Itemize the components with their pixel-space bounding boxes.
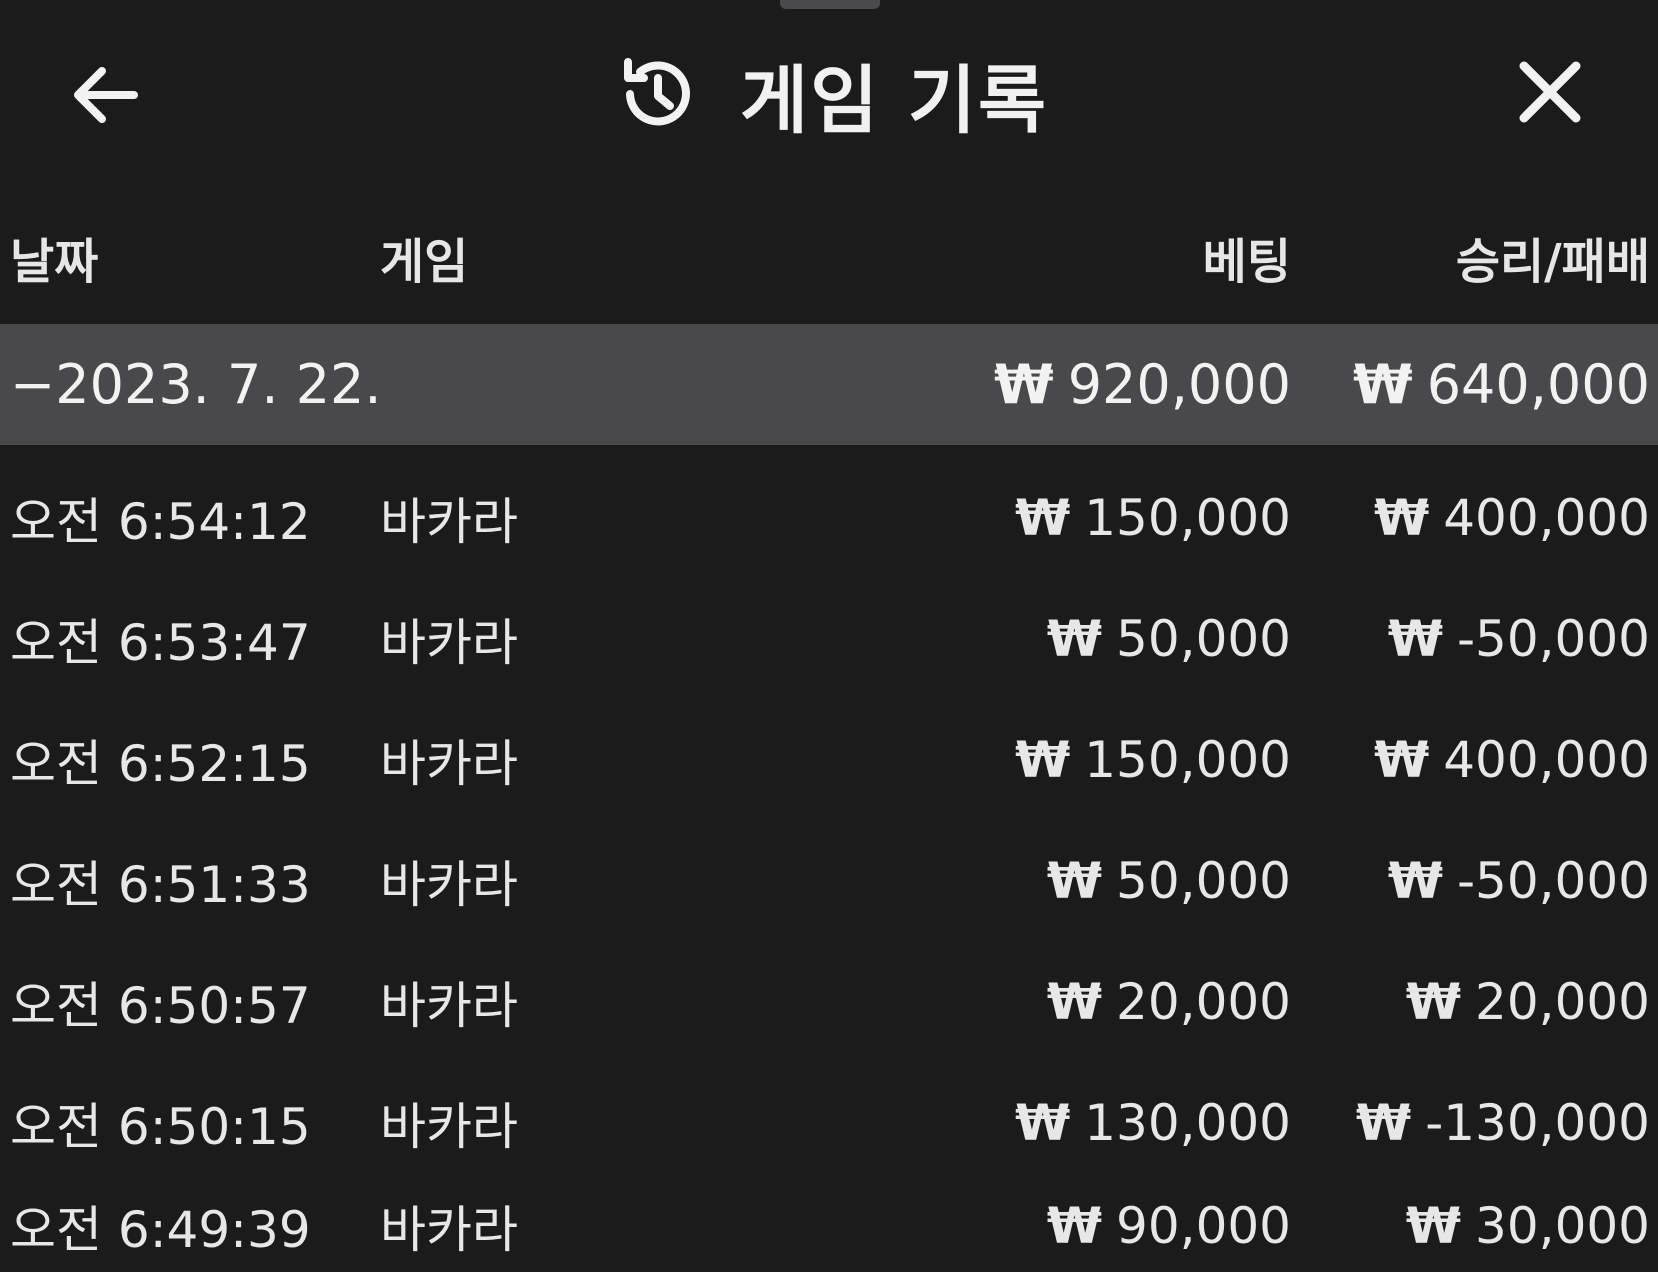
row-game: 바카라 [380, 1201, 518, 1259]
row-result: ₩400,000 [1374, 457, 1650, 578]
row-time: 오전 6:49:39 [10, 1201, 311, 1259]
row-bet: ₩20,000 [1047, 941, 1291, 1062]
row-result: ₩ -130,000 [1356, 1062, 1650, 1183]
row-time: 오전 6:51:33 [10, 855, 311, 914]
currency-symbol: ₩ [994, 353, 1054, 416]
currency-symbol: ₩ [1046, 972, 1103, 1031]
currency-symbol: ₩ [1046, 609, 1103, 668]
currency-symbol: ₩ [1353, 353, 1413, 416]
row-result-value: 30,000 [1475, 1197, 1650, 1255]
currency-symbol: ₩ [1405, 1197, 1462, 1255]
bet-total-value: 920,000 [1067, 353, 1291, 416]
table-row[interactable]: 오전 6:49:39 바카라 ₩90,000 ₩30,000 [0, 1180, 1658, 1272]
column-header-result[interactable]: 승리/패배 [1456, 222, 1650, 302]
row-game: 바카라 [380, 734, 518, 793]
result-total-value: 640,000 [1426, 353, 1650, 416]
row-result: ₩30,000 [1406, 1180, 1650, 1272]
currency-symbol: ₩ [1387, 851, 1443, 910]
row-result: ₩ -50,000 [1388, 578, 1650, 699]
row-bet: ₩90,000 [1047, 1180, 1291, 1272]
table-row[interactable]: 오전 6:50:15 바카라 ₩130,000 ₩ -130,000 [0, 1062, 1658, 1183]
row-time: 오전 6:50:57 [10, 976, 311, 1035]
row-bet: ₩130,000 [1015, 1062, 1291, 1183]
row-result: ₩ -50,000 [1388, 820, 1650, 941]
row-bet-value: 50,000 [1116, 609, 1291, 668]
table-row[interactable]: 오전 6:51:33 바카라 ₩50,000 ₩ -50,000 [0, 820, 1658, 941]
row-result-value: 400,000 [1443, 488, 1650, 547]
currency-symbol: ₩ [1374, 488, 1430, 547]
row-bet-value: 20,000 [1116, 972, 1291, 1031]
row-time: 오전 6:52:15 [10, 734, 311, 793]
row-game: 바카라 [380, 492, 518, 551]
currency-symbol: ₩ [1015, 1093, 1071, 1152]
currency-symbol: ₩ [1046, 851, 1103, 910]
currency-symbol: ₩ [1046, 1197, 1103, 1255]
close-button[interactable] [1510, 52, 1590, 132]
table-row[interactable]: 오전 6:52:15 바카라 ₩150,000 ₩400,000 [0, 699, 1658, 820]
row-bet-value: 150,000 [1084, 488, 1291, 547]
row-bet: ₩150,000 [1015, 457, 1291, 578]
currency-symbol: ₩ [1387, 609, 1443, 668]
row-bet-value: 50,000 [1116, 851, 1291, 910]
column-header-game[interactable]: 게임 [380, 222, 468, 302]
row-game: 바카라 [380, 976, 518, 1035]
row-time: 오전 6:50:15 [10, 1097, 311, 1156]
column-header-bet[interactable]: 베팅 [1203, 222, 1291, 302]
currency-symbol: ₩ [1015, 730, 1071, 789]
date-group-row[interactable]: −2023. 7. 22. ₩920,000 ₩640,000 [0, 324, 1658, 445]
row-bet-value: 150,000 [1084, 730, 1291, 789]
row-result-value: 20,000 [1475, 972, 1650, 1031]
arrow-left-icon [74, 67, 138, 123]
table-row[interactable]: 오전 6:50:57 바카라 ₩20,000 ₩20,000 [0, 941, 1658, 1062]
row-game: 바카라 [380, 855, 518, 914]
row-result: ₩400,000 [1374, 699, 1650, 820]
back-button[interactable] [66, 55, 146, 135]
close-icon [1519, 61, 1581, 123]
modal-title: 게임 기록 [740, 57, 1049, 144]
row-bet: ₩50,000 [1047, 578, 1291, 699]
row-game: 바카라 [380, 1097, 518, 1156]
history-clock-icon [624, 58, 690, 126]
column-header-date[interactable]: 날짜 [10, 222, 98, 302]
row-bet-value: 90,000 [1116, 1197, 1291, 1255]
currency-symbol: ₩ [1015, 488, 1071, 547]
row-result-value: -50,000 [1457, 851, 1650, 910]
currency-symbol: ₩ [1374, 730, 1430, 789]
row-result-value: 400,000 [1443, 730, 1650, 789]
row-time: 오전 6:54:12 [10, 492, 311, 551]
date-group-label: −2023. 7. 22. [10, 353, 382, 416]
row-game: 바카라 [380, 613, 518, 672]
row-bet: ₩150,000 [1015, 699, 1291, 820]
table-row[interactable]: 오전 6:53:47 바카라 ₩50,000 ₩ -50,000 [0, 578, 1658, 699]
currency-symbol: ₩ [1356, 1093, 1412, 1152]
modal-header: 게임 기록 [0, 0, 1658, 190]
row-result-value: -50,000 [1457, 609, 1650, 668]
modal-title-group: 게임 기록 [614, 44, 1048, 144]
row-result-value: -130,000 [1425, 1093, 1650, 1152]
row-bet-value: 130,000 [1084, 1093, 1291, 1152]
row-time: 오전 6:53:47 [10, 613, 311, 672]
date-group-bet-total: ₩920,000 [994, 324, 1291, 445]
row-result: ₩20,000 [1406, 941, 1650, 1062]
currency-symbol: ₩ [1405, 972, 1462, 1031]
date-group-result-total: ₩640,000 [1353, 324, 1650, 445]
table-row[interactable]: 오전 6:54:12 바카라 ₩150,000 ₩400,000 [0, 457, 1658, 578]
row-bet: ₩50,000 [1047, 820, 1291, 941]
